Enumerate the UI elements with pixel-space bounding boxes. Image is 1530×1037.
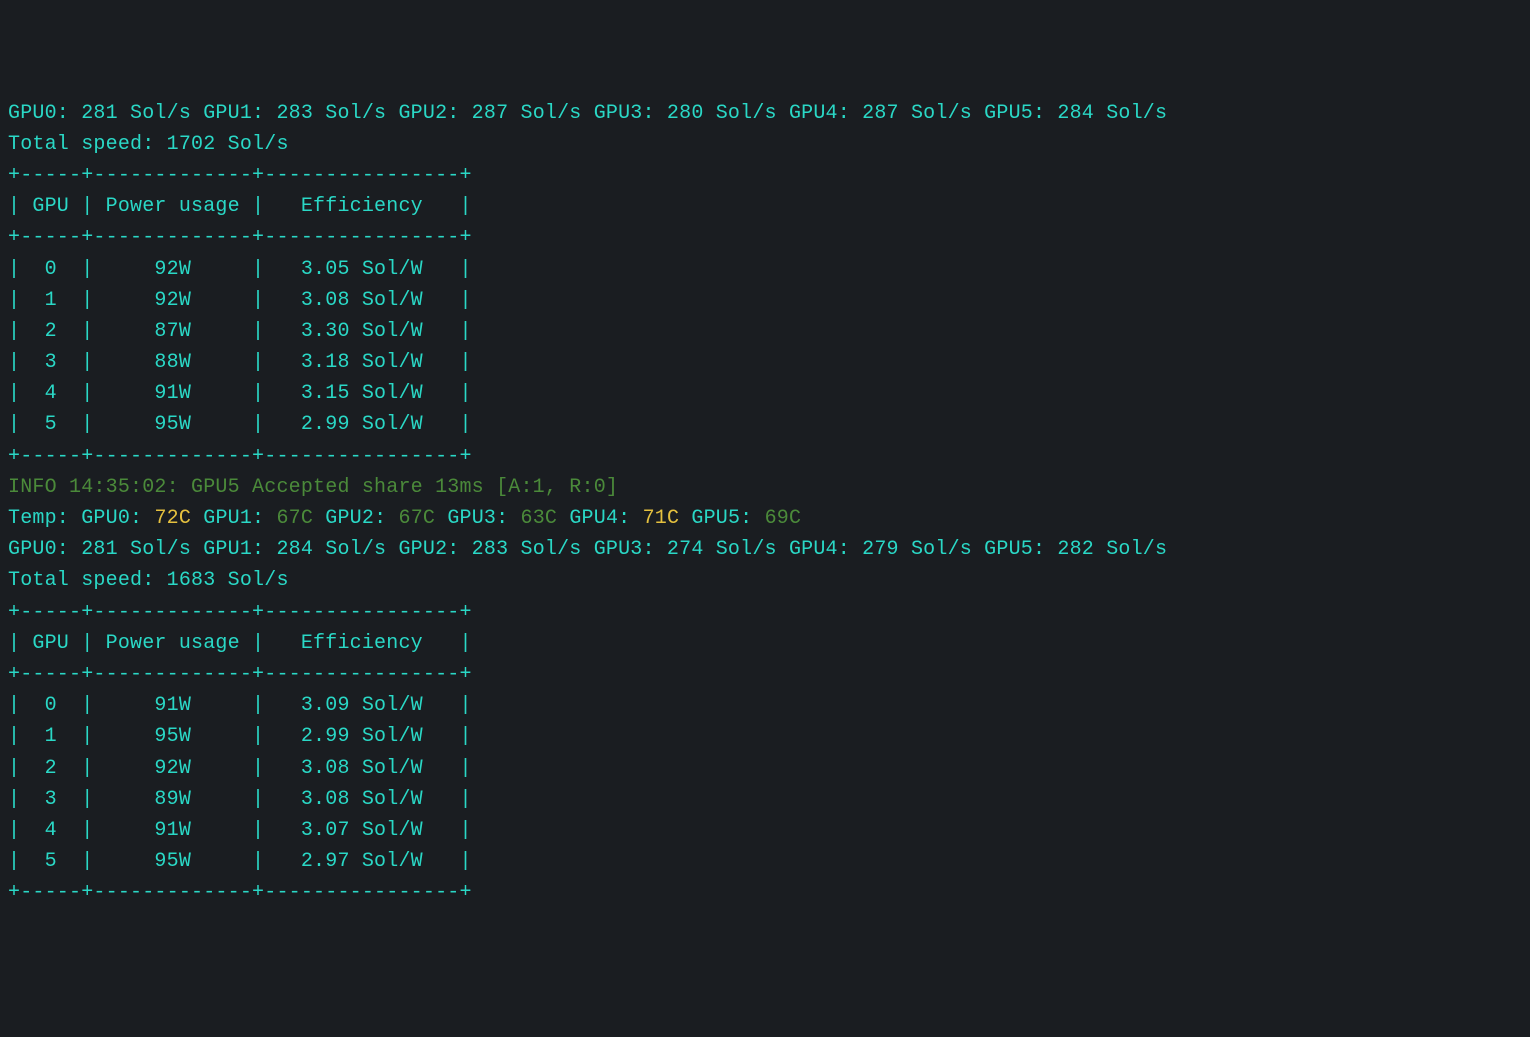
total-speed-2: Total speed: 1683 Sol/s: [8, 565, 1522, 596]
gpu-speeds-1: GPU0: 281 Sol/s GPU1: 283 Sol/s GPU2: 28…: [8, 98, 1522, 129]
gpu-table-1-row: | 3 | 88W | 3.18 Sol/W |: [8, 347, 1522, 378]
gpu-table-2-header: | GPU | Power usage | Efficiency |: [8, 628, 1522, 659]
gpu-table-2-border: +-----+-------------+----------------+: [8, 659, 1522, 690]
gpu-table-2-row: | 4 | 91W | 3.07 Sol/W |: [8, 815, 1522, 846]
gpu-table-1-header: | GPU | Power usage | Efficiency |: [8, 191, 1522, 222]
info-line: INFO 14:35:02: GPU5 Accepted share 13ms …: [8, 472, 1522, 503]
gpu-table-1-row: | 4 | 91W | 3.15 Sol/W |: [8, 378, 1522, 409]
gpu-table-2-border: +-----+-------------+----------------+: [8, 597, 1522, 628]
gpu-table-2-row: | 5 | 95W | 2.97 Sol/W |: [8, 846, 1522, 877]
gpu-table-2-row: | 0 | 91W | 3.09 Sol/W |: [8, 690, 1522, 721]
gpu-table-2-row: | 2 | 92W | 3.08 Sol/W |: [8, 753, 1522, 784]
gpu-table-1-row: | 5 | 95W | 2.99 Sol/W |: [8, 409, 1522, 440]
gpu-table-1-row: | 2 | 87W | 3.30 Sol/W |: [8, 316, 1522, 347]
gpu-table-2-border: +-----+-------------+----------------+: [8, 877, 1522, 908]
gpu-table-1-row: | 0 | 92W | 3.05 Sol/W |: [8, 254, 1522, 285]
temp-line: Temp: GPU0: 72C GPU1: 67C GPU2: 67C GPU3…: [8, 503, 1522, 534]
gpu-table-1-border: +-----+-------------+----------------+: [8, 441, 1522, 472]
gpu-table-1-border: +-----+-------------+----------------+: [8, 222, 1522, 253]
gpu-table-2-row: | 1 | 95W | 2.99 Sol/W |: [8, 721, 1522, 752]
gpu-table-1-border: +-----+-------------+----------------+: [8, 160, 1522, 191]
total-speed-1: Total speed: 1702 Sol/s: [8, 129, 1522, 160]
gpu-table-1-row: | 1 | 92W | 3.08 Sol/W |: [8, 285, 1522, 316]
terminal-output: GPU0: 281 Sol/s GPU1: 283 Sol/s GPU2: 28…: [8, 98, 1522, 909]
gpu-speeds-2: GPU0: 281 Sol/s GPU1: 284 Sol/s GPU2: 28…: [8, 534, 1522, 565]
gpu-table-2-row: | 3 | 89W | 3.08 Sol/W |: [8, 784, 1522, 815]
